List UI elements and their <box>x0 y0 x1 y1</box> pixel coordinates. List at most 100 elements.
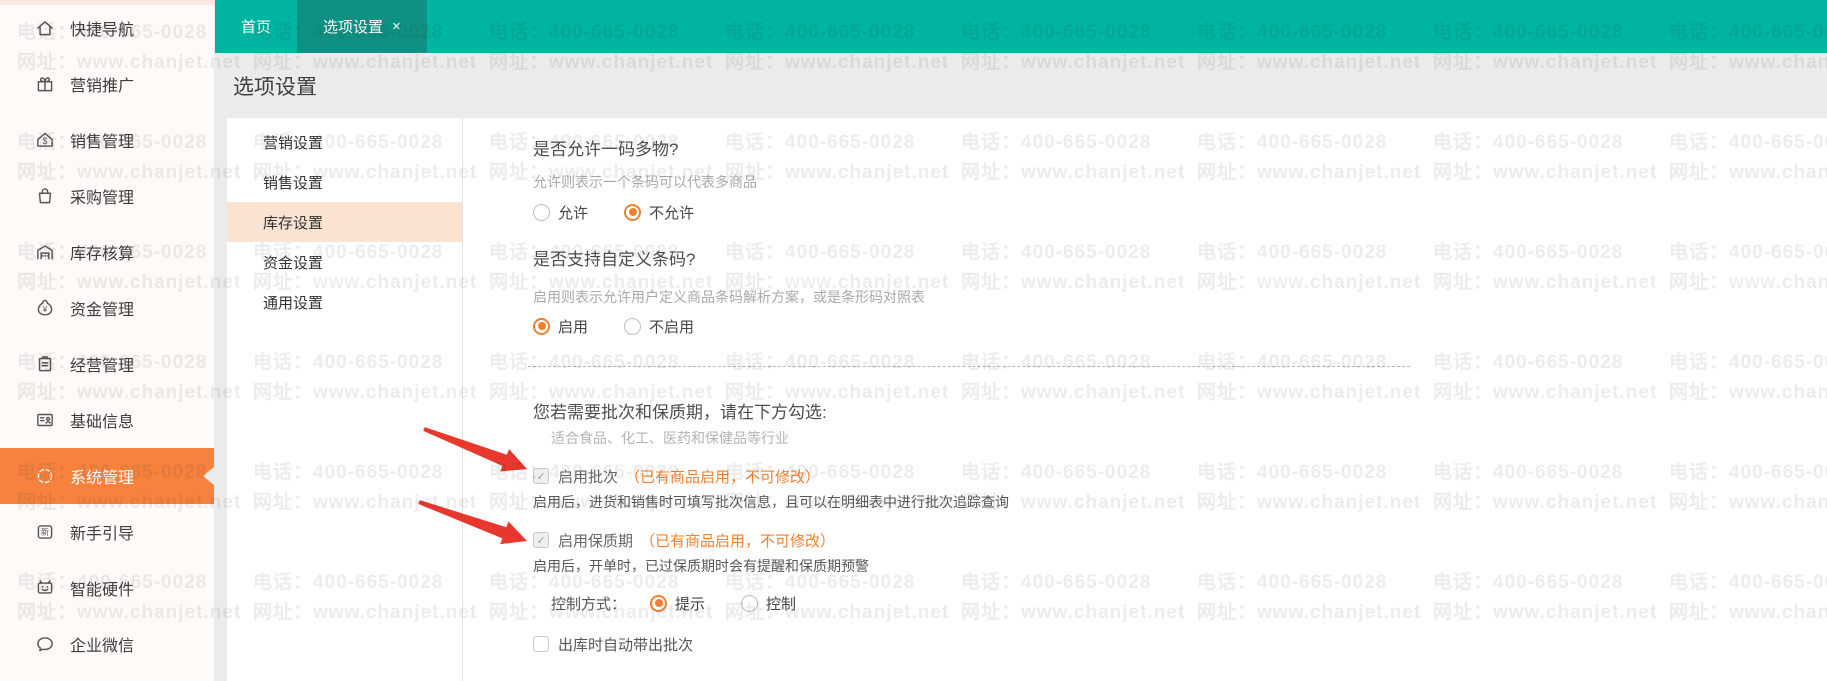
batch-checkbox-row: ✓ 启用批次 （已有商品启用，不可修改） <box>533 466 1827 486</box>
warehouse-icon <box>34 241 56 263</box>
settings-nav-资金设置[interactable]: 资金设置 <box>227 242 462 282</box>
question-desc: 允许则表示一个条码可以代表多商品 <box>533 174 757 190</box>
radio-label: 启用 <box>558 318 589 336</box>
dashed-divider <box>528 366 1410 367</box>
batch-checkbox: ✓ <box>533 532 549 548</box>
settings-content: 是否允许一码多物? 允许则表示一个条码可以代表多商品 允许 不允许 是否支持自定… <box>528 118 1827 681</box>
shopping-bag-icon <box>34 185 56 207</box>
batch-section-title: 您若需要批次和保质期，请在下方勾选: <box>533 403 827 422</box>
settings-nav-通用设置[interactable]: 通用设置 <box>227 282 462 322</box>
sidebar-item-label: 采购管理 <box>70 190 135 207</box>
tab-选项设置[interactable]: 选项设置 × <box>297 0 427 53</box>
settings-nav-库存设置[interactable]: 库存设置 <box>227 202 462 242</box>
sidebar-item-营销推广[interactable]: 营销推广 <box>0 56 214 112</box>
radio-label: 控制 <box>766 595 797 613</box>
sidebar-item-智能硬件[interactable]: 智能硬件 <box>0 560 214 616</box>
radio-button[interactable] <box>741 594 759 612</box>
active-notch-icon <box>203 467 214 485</box>
radio-label: 允许 <box>558 204 589 222</box>
radio-button[interactable] <box>533 203 550 221</box>
question-title-custom-barcode: 是否支持自定义条码? <box>533 250 696 269</box>
radio-option: 提示 <box>650 593 705 614</box>
settings-nav-营销设置[interactable]: 营销设置 <box>227 122 462 162</box>
sidebar-item-label: 新手引导 <box>70 526 135 543</box>
sidebar-item-资金管理[interactable]: ¥ 资金管理 <box>0 280 214 336</box>
radio-group-custom-barcode: 启用 不启用 <box>533 315 1827 337</box>
radio-group-multi-item-barcode: 允许 不允许 <box>533 201 1827 223</box>
tab-label: 首页 <box>241 19 272 36</box>
sidebar-item-采购管理[interactable]: 采购管理 <box>0 168 214 224</box>
tab-bar: 首页 选项设置 × <box>215 0 1827 53</box>
batch-checkbox-label: 启用批次 <box>558 468 619 486</box>
settings-panel: 营销设置 销售设置 库存设置 资金设置 通用设置 是否允许一码多物? 允许则表示… <box>227 118 1827 681</box>
auto-batch-label: 出库时自动带出批次 <box>558 636 694 654</box>
sidebar-item-label: 销售管理 <box>70 134 135 151</box>
sidebar-item-系统管理[interactable]: 系统管理 <box>0 448 214 504</box>
main-sidebar: 快捷导航 营销推广 $ 销售管理 采购管理 库存核算 ¥ 资金管理 经营管理 基… <box>0 0 215 681</box>
radio-option: 不允许 <box>624 202 694 223</box>
sidebar-item-基础信息[interactable]: 基础信息 <box>0 392 214 448</box>
sidebar-item-label: 快捷导航 <box>70 22 135 39</box>
dotted-circle-icon <box>34 465 56 487</box>
question-desc: 启用则表示允许用户定义商品条码解析方案，或是条形码对照表 <box>533 289 925 305</box>
auto-batch-checkbox[interactable] <box>533 636 549 652</box>
batch-checkbox-note: （已有商品启用，不可修改） <box>625 468 821 486</box>
radio-option: 允许 <box>533 202 588 223</box>
clipboard-icon <box>34 353 56 375</box>
new-badge-icon: 新 <box>34 521 56 543</box>
radio-label: 提示 <box>675 595 706 613</box>
settings-nav: 营销设置 销售设置 库存设置 资金设置 通用设置 <box>227 118 462 681</box>
sidebar-item-label: 营销推广 <box>70 78 135 95</box>
page-title: 选项设置 <box>233 75 317 99</box>
vertical-divider <box>462 118 463 681</box>
sidebar-item-新手引导[interactable]: 新 新手引导 <box>0 504 214 560</box>
content-area: 选项设置 营销设置 销售设置 库存设置 资金设置 通用设置 是否允许一码多物? … <box>215 53 1827 681</box>
svg-text:$: $ <box>43 136 48 146</box>
batch-checkbox: ✓ <box>533 468 549 484</box>
sidebar-item-label: 系统管理 <box>70 470 135 487</box>
control-mode-label: 控制方式： <box>551 595 627 613</box>
settings-nav-销售设置[interactable]: 销售设置 <box>227 162 462 202</box>
tab-首页[interactable]: 首页 <box>215 0 297 53</box>
batch-checkbox-row: ✓ 启用保质期 （已有商品启用，不可修改） <box>533 530 1827 550</box>
batch-checkbox-note: （已有商品启用，不可修改） <box>640 532 836 550</box>
sidebar-item-label: 库存核算 <box>70 246 135 263</box>
radio-label: 不启用 <box>649 318 695 336</box>
gift-icon <box>34 73 56 95</box>
question-title-multi-item-barcode: 是否允许一码多物? <box>533 140 679 159</box>
radio-option: 启用 <box>533 316 588 337</box>
radio-button[interactable] <box>533 317 550 335</box>
sidebar-item-label: 资金管理 <box>70 302 135 319</box>
control-mode-row: 控制方式： 提示 控制 <box>533 592 1827 614</box>
sidebar-item-label: 智能硬件 <box>70 582 135 599</box>
smart-tv-icon <box>34 577 56 599</box>
app-window: 快捷导航 营销推广 $ 销售管理 采购管理 库存核算 ¥ 资金管理 经营管理 基… <box>0 0 1827 681</box>
sidebar-item-库存核算[interactable]: 库存核算 <box>0 224 214 280</box>
money-bag-icon: ¥ <box>34 297 56 319</box>
auto-batch-row: 出库时自动带出批次 <box>533 634 1827 654</box>
id-card-icon <box>34 409 56 431</box>
sidebar-item-label: 基础信息 <box>70 414 135 431</box>
sidebar-item-销售管理[interactable]: $ 销售管理 <box>0 112 214 168</box>
radio-button[interactable] <box>624 203 642 221</box>
sidebar-item-label: 经营管理 <box>70 358 135 375</box>
batch-checkbox-desc: 启用后，开单时，已过保质期时会有提醒和保质期预警 <box>533 558 869 574</box>
radio-option: 控制 <box>741 593 796 614</box>
radio-option: 不启用 <box>624 316 694 337</box>
sidebar-item-label: 企业微信 <box>70 638 135 655</box>
sidebar-item-企业微信[interactable]: 企业微信 <box>0 616 214 672</box>
tab-close-icon[interactable]: × <box>392 19 401 34</box>
chat-bubble-icon <box>34 633 56 655</box>
tab-label: 选项设置 <box>323 19 384 36</box>
radio-label: 不允许 <box>649 204 695 222</box>
svg-text:¥: ¥ <box>42 305 48 314</box>
radio-button[interactable] <box>650 594 668 612</box>
batch-checkbox-label: 启用保质期 <box>558 532 634 550</box>
batch-section-subtitle: 适合食品、化工、医药和保健品等行业 <box>551 430 789 446</box>
radio-button[interactable] <box>624 317 642 335</box>
svg-text:新: 新 <box>41 527 49 537</box>
sidebar-item-经营管理[interactable]: 经营管理 <box>0 336 214 392</box>
sidebar-item-快捷导航[interactable]: 快捷导航 <box>0 0 214 56</box>
sale-house-icon: $ <box>34 129 56 151</box>
home-icon <box>34 17 56 39</box>
